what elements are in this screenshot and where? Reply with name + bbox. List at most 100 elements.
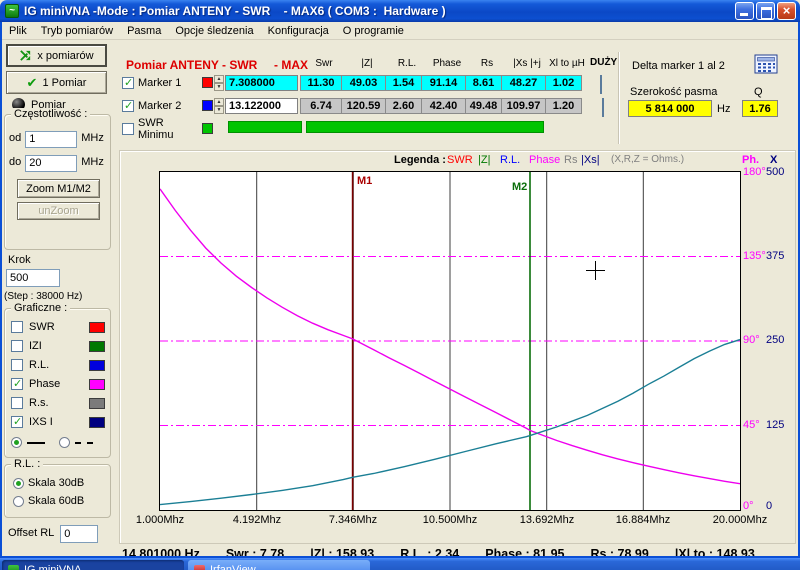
green-arrows-icon — [20, 50, 31, 61]
scale-30db-option[interactable]: Skala 30dB — [13, 477, 84, 489]
column-headers: Swr |Z| R.L. Phase Rs |Xs |+j Xl to µH — [303, 58, 585, 69]
menu-plik[interactable]: Plik — [2, 22, 34, 40]
marker1-spinner[interactable]: ▲ ▼ — [214, 74, 224, 91]
graph-option-rl[interactable]: R.L. — [5, 359, 112, 371]
minimize-button[interactable] — [735, 2, 754, 20]
chart-plot[interactable] — [159, 171, 741, 511]
close-button[interactable]: × — [777, 2, 796, 20]
multi-measure-label: x pomiarów — [37, 49, 94, 62]
marker1-values: 11.30 49.03 1.54 91.14 8.61 48.27 1.02 — [300, 74, 582, 91]
zoom-m1-m2-button[interactable]: Zoom M1/M2 — [17, 179, 100, 198]
marker2-spinner[interactable]: ▲ ▼ — [214, 97, 224, 114]
phase-tick-0: 0° — [743, 500, 754, 512]
scale-60db-radio[interactable] — [13, 495, 24, 507]
swr-checkbox[interactable] — [11, 321, 23, 333]
rl-checkbox[interactable] — [11, 359, 23, 371]
offset-rl-label: Offset RL — [8, 527, 55, 539]
marker1-checkbox[interactable] — [122, 76, 134, 89]
graph-option-rs[interactable]: R.s. — [5, 397, 112, 409]
marker1-duzy-checkbox[interactable] — [600, 75, 602, 94]
swr-minimum-color-swatch — [202, 123, 213, 134]
bandwidth-unit: Hz — [717, 103, 731, 115]
maximize-button[interactable] — [756, 2, 775, 20]
marker2-swr: 6.74 — [300, 97, 342, 114]
marker2-rl: 2.60 — [386, 97, 422, 114]
menu-konfiguracja[interactable]: Konfiguracja — [261, 22, 336, 40]
legend-z: |Z| — [478, 154, 491, 166]
graph-option-phase[interactable]: Phase — [5, 377, 112, 390]
graph-option-xs[interactable]: IXS I — [5, 415, 112, 428]
taskbar: IG miniVNA IrfanView — [0, 558, 800, 570]
irfanview-task-label: IrfanView — [210, 564, 256, 570]
freq-to-label: do — [9, 155, 22, 168]
x-tick-0: 0 — [766, 500, 773, 512]
menu-pasma[interactable]: Pasma — [120, 22, 168, 40]
legend-phase: Phase — [529, 154, 561, 166]
irfanview-task-icon — [194, 564, 205, 570]
menu-tryb-pomiarow[interactable]: Tryb pomiarów — [34, 22, 120, 40]
dashed-line-radio[interactable] — [59, 437, 70, 448]
freq-from-label: od — [9, 131, 22, 144]
swr-minimum-checkbox[interactable] — [122, 122, 134, 135]
z-checkbox[interactable] — [11, 340, 23, 352]
rl-scale-title: R.L. : — [11, 458, 44, 470]
single-measure-label: 1 Pomiar — [42, 76, 87, 89]
offset-rl-input[interactable] — [60, 525, 99, 543]
multi-measure-button[interactable]: x pomiarów — [6, 44, 107, 67]
app-icon: ~ — [5, 4, 19, 18]
x-tick-500: 500 — [766, 166, 785, 178]
frequency-group: Częstotliwość : od MHz do MHz Zoom M1/M2… — [4, 108, 111, 250]
graph-option-z[interactable]: IZI — [5, 340, 112, 352]
rs-checkbox[interactable] — [11, 397, 23, 409]
marker2-chart-label[interactable]: M2 — [512, 181, 527, 193]
rl-label: R.L. — [29, 359, 50, 371]
freq-from-input[interactable] — [25, 130, 78, 148]
marker1-xs: 48.27 — [502, 74, 546, 91]
marker2-frequency-input[interactable] — [225, 97, 298, 114]
step-input[interactable] — [6, 269, 60, 287]
scale-60db-option[interactable]: Skala 60dB — [13, 495, 84, 507]
phase-checkbox[interactable] — [11, 377, 23, 390]
header-rs: Rs — [480, 58, 494, 69]
marker2-checkbox[interactable] — [122, 99, 134, 112]
unzoom-button[interactable]: unZoom — [17, 202, 100, 220]
chart-canvas — [159, 172, 741, 510]
legend-xs: |Xs| — [581, 154, 600, 166]
marker1-rl: 1.54 — [386, 74, 422, 91]
header-swr: Swr — [315, 58, 333, 69]
marker1-chart-label[interactable]: M1 — [357, 175, 372, 187]
graph-options-group: Graficzne : SWR IZI R.L. Phase R.s. — [4, 302, 112, 458]
q-label: Q — [754, 86, 763, 98]
z-color-swatch — [89, 340, 105, 352]
menu-opcje-sledzenia[interactable]: Opcje śledzenia — [168, 22, 260, 40]
x-tick-7: 20.000Mhz — [712, 514, 768, 526]
marker1-phase: 91.14 — [422, 74, 466, 91]
single-measure-button[interactable]: ✔ 1 Pomiar — [6, 71, 107, 94]
window-title: IG miniVNA -Mode : Pomiar ANTENY - SWR -… — [24, 4, 446, 18]
solid-line-radio[interactable] — [11, 437, 22, 448]
minivna-task-icon — [8, 564, 19, 570]
freq-to-input[interactable] — [25, 154, 78, 172]
delta-separator — [618, 52, 620, 144]
marker1-rs: 8.61 — [466, 74, 502, 91]
frequency-group-title: Częstotliwość : — [11, 108, 91, 120]
phase-tick-45: 45° — [743, 419, 760, 431]
taskbar-button-irfanview[interactable]: IrfanView — [188, 560, 370, 570]
z-label: IZI — [29, 340, 42, 352]
legend-rl: R.L. — [500, 154, 521, 166]
minivna-task-label: IG miniVNA — [24, 564, 82, 570]
phase-label: Phase — [29, 378, 61, 390]
desktop: ~ IG miniVNA -Mode : Pomiar ANTENY - SWR… — [0, 0, 800, 570]
marker1-frequency-input[interactable] — [225, 74, 298, 91]
titlebar[interactable]: ~ IG miniVNA -Mode : Pomiar ANTENY - SWR… — [0, 0, 800, 22]
graph-option-swr[interactable]: SWR — [5, 321, 112, 333]
scale-30db-radio[interactable] — [13, 477, 24, 489]
taskbar-button-minivna[interactable]: IG miniVNA — [2, 560, 184, 570]
calculator-icon[interactable] — [754, 54, 778, 79]
xs-checkbox[interactable] — [11, 415, 23, 428]
phase-tick-135: 135° — [743, 250, 766, 262]
x-tick-250: 250 — [766, 334, 785, 346]
menu-o-programie[interactable]: O programie — [336, 22, 411, 40]
phase-tick-180: 180° — [743, 166, 766, 178]
marker2-duzy-checkbox[interactable] — [602, 98, 604, 117]
